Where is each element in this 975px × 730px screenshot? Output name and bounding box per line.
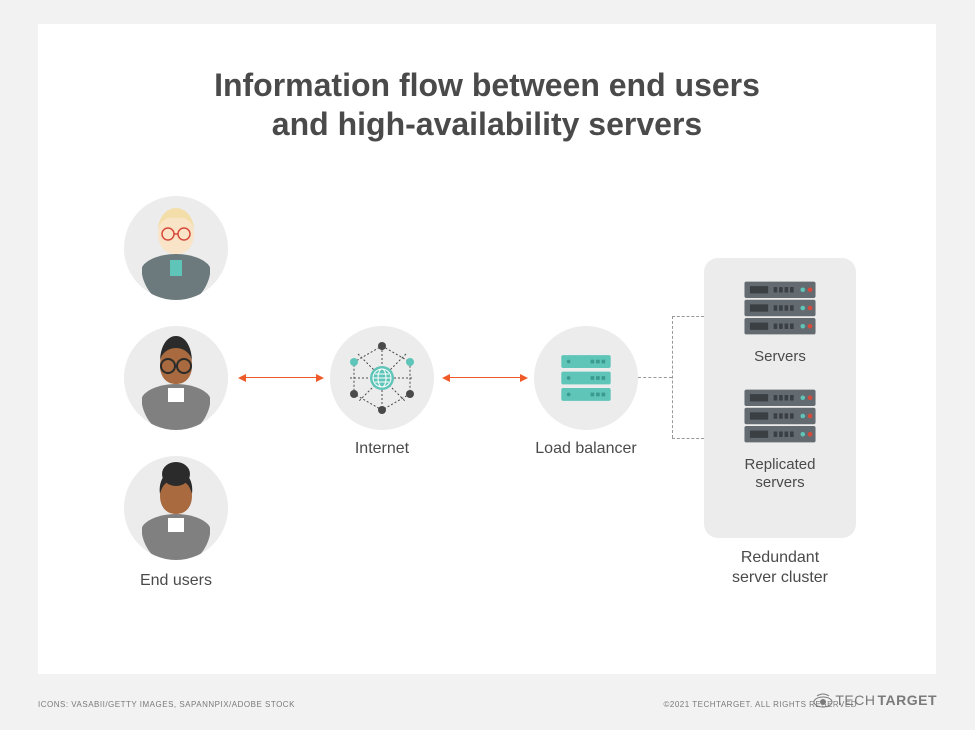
end-user-avatar-2 (124, 326, 228, 430)
title-line-1: Information flow between end users (214, 67, 760, 103)
end-user-avatar-1 (124, 196, 228, 300)
person-icon (124, 196, 228, 300)
arrow-users-internet (246, 377, 316, 378)
techtarget-logo: TechTarget (813, 692, 937, 708)
server-rack-icon (739, 276, 821, 340)
servers-label: Servers (754, 348, 806, 366)
title-line-2: and high-availability servers (272, 106, 702, 142)
redundant-cluster-label: Redundant server cluster (704, 548, 856, 588)
replicated-servers-label: Replicated servers (745, 456, 816, 492)
internet-label: Internet (330, 440, 434, 458)
brand-prefix: Tech (835, 692, 875, 708)
load-balancer-label: Load balancer (524, 440, 648, 458)
eye-icon (813, 692, 833, 708)
arrow-head-icon (316, 374, 324, 382)
arrow-internet-lb (450, 377, 520, 378)
server-stack-icon (554, 346, 618, 410)
footer: ICONS: VASABII/GETTY IMAGES, SAPANNPIX/A… (38, 692, 937, 722)
dashed-connector (638, 377, 672, 378)
diagram-title: Information flow between end users and h… (38, 24, 936, 144)
icons-credit: ICONS: VASABII/GETTY IMAGES, SAPANNPIX/A… (38, 700, 295, 709)
server-rack-icon (739, 384, 821, 448)
arrow-head-icon (442, 374, 450, 382)
brand-suffix: Target (877, 692, 937, 708)
arrow-head-icon (238, 374, 246, 382)
person-icon (124, 326, 228, 430)
dashed-connector (672, 438, 704, 439)
load-balancer-node (534, 326, 638, 430)
dashed-connector (672, 316, 704, 317)
redundant-cluster-box: Servers Replicated servers (704, 258, 856, 538)
internet-node (330, 326, 434, 430)
arrow-head-icon (520, 374, 528, 382)
globe-network-icon (342, 338, 422, 418)
end-users-label: End users (124, 572, 228, 590)
end-user-avatar-3 (124, 456, 228, 560)
dashed-connector (672, 316, 673, 438)
diagram-canvas: Information flow between end users and h… (38, 24, 936, 674)
person-icon (124, 456, 228, 560)
